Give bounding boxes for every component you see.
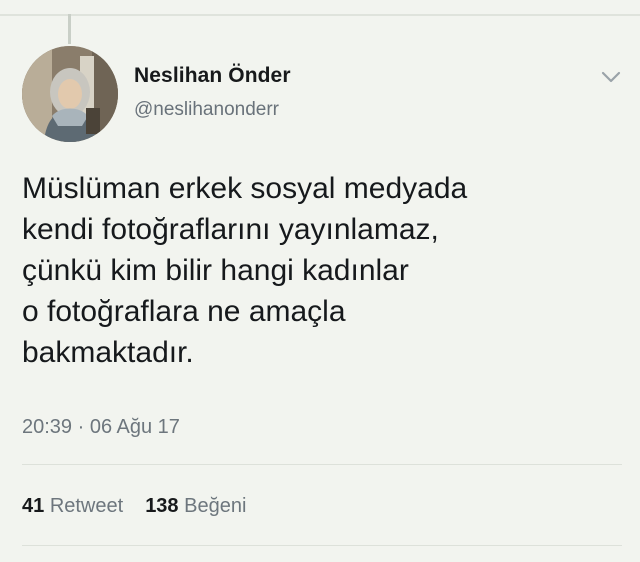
profile-photo-icon (22, 46, 118, 142)
avatar[interactable] (22, 46, 118, 142)
author-display-name[interactable]: Neslihan Önder (134, 64, 291, 88)
like-count: 138 (145, 495, 179, 517)
retweet-stat[interactable]: 41 Retweet (22, 495, 123, 517)
like-stat[interactable]: 138 Beğeni (145, 495, 246, 517)
author-info: Neslihan Önder @neslihanonderr (134, 64, 291, 121)
tweet-stats: 41 Retweet 138 Beğeni (22, 495, 246, 518)
tweet-header: Neslihan Önder @neslihanonderr (22, 46, 622, 146)
tweet-card: Neslihan Önder @neslihanonderr Müslüman … (0, 0, 640, 562)
divider (22, 545, 622, 546)
retweet-count: 41 (22, 495, 45, 517)
author-handle[interactable]: @neslihanonderr (134, 99, 291, 121)
tweet-text: Müslüman erkek sosyal medyada kendi foto… (22, 172, 468, 369)
divider (22, 464, 622, 465)
like-label: Beğeni (184, 495, 247, 517)
retweet-label: Retweet (49, 495, 124, 517)
tweet-timestamp[interactable]: 20:39 · 06 Ağu 17 (22, 416, 180, 439)
chevron-down-icon[interactable] (600, 70, 622, 84)
